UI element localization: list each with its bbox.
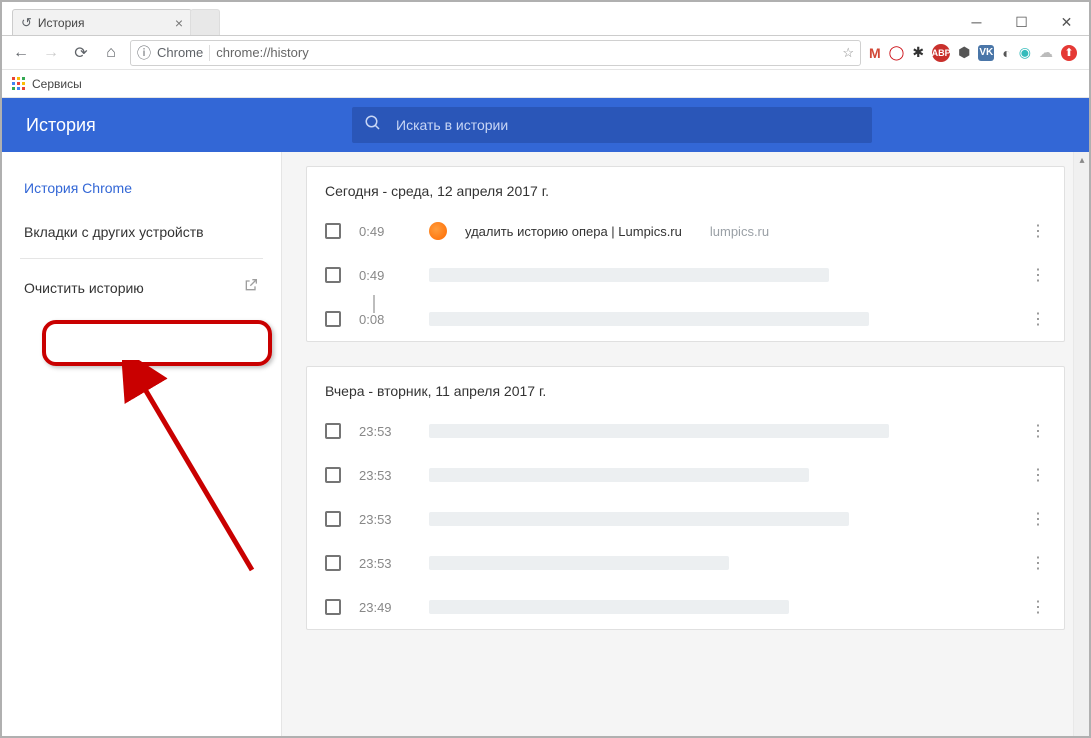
row-more-icon[interactable]: ⋮ xyxy=(1030,509,1046,529)
ext-icon-8[interactable]: ◉ xyxy=(1019,44,1031,61)
history-row[interactable]: 0:49 удалить историю опера | Lumpics.ru … xyxy=(307,209,1064,253)
new-tab-button[interactable] xyxy=(190,9,220,35)
favicon-lumpics xyxy=(429,222,447,240)
history-row[interactable]: 23:53 ⋮ xyxy=(307,409,1064,453)
maximize-button[interactable]: ☐ xyxy=(999,2,1044,42)
reload-button[interactable]: ⟳ xyxy=(70,43,92,63)
row-title: удалить историю опера | Lumpics.ru xyxy=(465,224,682,239)
row-more-icon[interactable]: ⋮ xyxy=(1030,265,1046,285)
app-header: История Искать в истории xyxy=(2,98,1089,152)
close-tab-icon[interactable]: × xyxy=(175,15,183,31)
row-more-icon[interactable]: ⋮ xyxy=(1030,309,1046,329)
row-more-icon[interactable]: ⋮ xyxy=(1030,221,1046,241)
row-more-icon[interactable]: ⋮ xyxy=(1030,465,1046,485)
row-placeholder xyxy=(429,312,869,326)
ext-icon-7[interactable]: ◐ xyxy=(1002,45,1010,61)
paw-ext-icon[interactable]: ✱ xyxy=(912,44,924,61)
site-info-icon[interactable]: ⓘ xyxy=(137,43,151,63)
ext-icon-10[interactable]: ⬆ xyxy=(1061,45,1077,61)
history-search-input[interactable]: Искать в истории xyxy=(352,107,872,143)
row-checkbox[interactable] xyxy=(325,311,341,327)
ext-icon-5[interactable]: ⬢ xyxy=(958,44,970,61)
sidebar: История Chrome Вкладки с других устройст… xyxy=(2,152,282,736)
row-checkbox[interactable] xyxy=(325,223,341,239)
ext-icon-9[interactable]: ☁ xyxy=(1039,44,1053,61)
history-row[interactable]: 23:53 ⋮ xyxy=(307,497,1064,541)
history-row[interactable]: 0:08 ⋮ xyxy=(307,297,1064,341)
bookmarks-bar: Сервисы xyxy=(2,70,1089,98)
row-time: 0:08 xyxy=(359,312,411,327)
adblock-ext-icon[interactable]: ABP xyxy=(932,44,950,62)
open-in-new-icon xyxy=(243,277,259,298)
bookmark-star-icon[interactable]: ☆ xyxy=(842,45,854,61)
row-domain: lumpics.ru xyxy=(710,224,769,239)
sidebar-item-clear-history[interactable]: Очистить историю xyxy=(2,263,281,312)
row-checkbox[interactable] xyxy=(325,511,341,527)
row-checkbox[interactable] xyxy=(325,423,341,439)
history-section-heading: Сегодня - среда, 12 апреля 2017 г. xyxy=(307,167,1064,209)
browser-tab[interactable]: ↺ История × xyxy=(12,9,192,35)
history-section: Сегодня - среда, 12 апреля 2017 г. 0:49 … xyxy=(306,166,1065,342)
row-placeholder xyxy=(429,556,729,570)
row-time: 23:53 xyxy=(359,556,411,571)
nav-bar: ← → ⟳ ⌂ ⓘ Chrome chrome://history ☆ M ◯ … xyxy=(2,36,1089,70)
tab-bar: ↺ История × xyxy=(2,2,1089,36)
apps-icon[interactable] xyxy=(12,77,26,91)
row-checkbox[interactable] xyxy=(325,467,341,483)
row-time: 0:49 xyxy=(359,224,411,239)
row-more-icon[interactable]: ⋮ xyxy=(1030,421,1046,441)
gmail-ext-icon[interactable]: M xyxy=(869,45,881,61)
omnibox-divider xyxy=(209,45,210,61)
opera-ext-icon[interactable]: ◯ xyxy=(889,44,905,61)
row-more-icon[interactable]: ⋮ xyxy=(1030,553,1046,573)
vk-ext-icon[interactable]: VK xyxy=(978,45,994,61)
scroll-up-icon[interactable]: ▴ xyxy=(1074,152,1090,168)
sidebar-item-label: Вкладки с других устройств xyxy=(24,224,204,240)
forward-button[interactable]: → xyxy=(40,44,62,62)
row-placeholder xyxy=(429,468,809,482)
minimize-button[interactable]: ─ xyxy=(954,2,999,42)
sidebar-item-other-devices[interactable]: Вкладки с других устройств xyxy=(2,210,281,254)
history-row[interactable]: 23:53 ⋮ xyxy=(307,541,1064,585)
row-time: 23:53 xyxy=(359,468,411,483)
omnibox[interactable]: ⓘ Chrome chrome://history ☆ xyxy=(130,40,861,66)
sidebar-item-chrome-history[interactable]: История Chrome xyxy=(2,166,281,210)
sidebar-item-label: Очистить историю xyxy=(24,280,144,296)
content-area: История Chrome Вкладки с других устройст… xyxy=(2,152,1089,736)
row-time: 0:49 xyxy=(359,268,411,283)
extension-icons: M ◯ ✱ ABP ⬢ VK ◐ ◉ ☁ ⬆ xyxy=(869,44,1081,62)
row-more-icon[interactable]: ⋮ xyxy=(1030,597,1046,617)
back-button[interactable]: ← xyxy=(10,44,32,62)
sidebar-separator xyxy=(20,258,263,259)
row-placeholder xyxy=(429,424,889,438)
row-time: 23:49 xyxy=(359,600,411,615)
search-icon xyxy=(364,114,382,137)
sidebar-item-label: История Chrome xyxy=(24,180,132,196)
row-time: 23:53 xyxy=(359,512,411,527)
search-placeholder: Искать в истории xyxy=(396,117,508,133)
window-controls: ─ ☐ ✕ xyxy=(954,2,1089,42)
row-placeholder xyxy=(429,600,789,614)
history-row[interactable]: 23:53 ⋮ xyxy=(307,453,1064,497)
omnibox-scheme-label: Chrome xyxy=(157,45,203,60)
close-window-button[interactable]: ✕ xyxy=(1044,2,1089,42)
row-checkbox[interactable] xyxy=(325,267,341,283)
history-row[interactable]: 23:49 ⋮ xyxy=(307,585,1064,629)
row-placeholder xyxy=(429,268,829,282)
history-section: Вчера - вторник, 11 апреля 2017 г. 23:53… xyxy=(306,366,1065,630)
home-button[interactable]: ⌂ xyxy=(100,44,122,62)
history-row[interactable]: 0:49 ⋮ xyxy=(307,253,1064,297)
history-section-heading: Вчера - вторник, 11 апреля 2017 г. xyxy=(307,367,1064,409)
row-checkbox[interactable] xyxy=(325,555,341,571)
row-time: 23:53 xyxy=(359,424,411,439)
history-main: Сегодня - среда, 12 апреля 2017 г. 0:49 … xyxy=(282,152,1089,736)
bookmarks-services-label[interactable]: Сервисы xyxy=(32,77,82,91)
vertical-scrollbar[interactable]: ▴ xyxy=(1073,152,1089,736)
tab-title: История xyxy=(38,16,85,30)
page-title: История xyxy=(2,115,352,136)
omnibox-url: chrome://history xyxy=(216,45,836,60)
history-icon: ↺ xyxy=(21,15,32,31)
row-checkbox[interactable] xyxy=(325,599,341,615)
row-placeholder xyxy=(429,512,849,526)
